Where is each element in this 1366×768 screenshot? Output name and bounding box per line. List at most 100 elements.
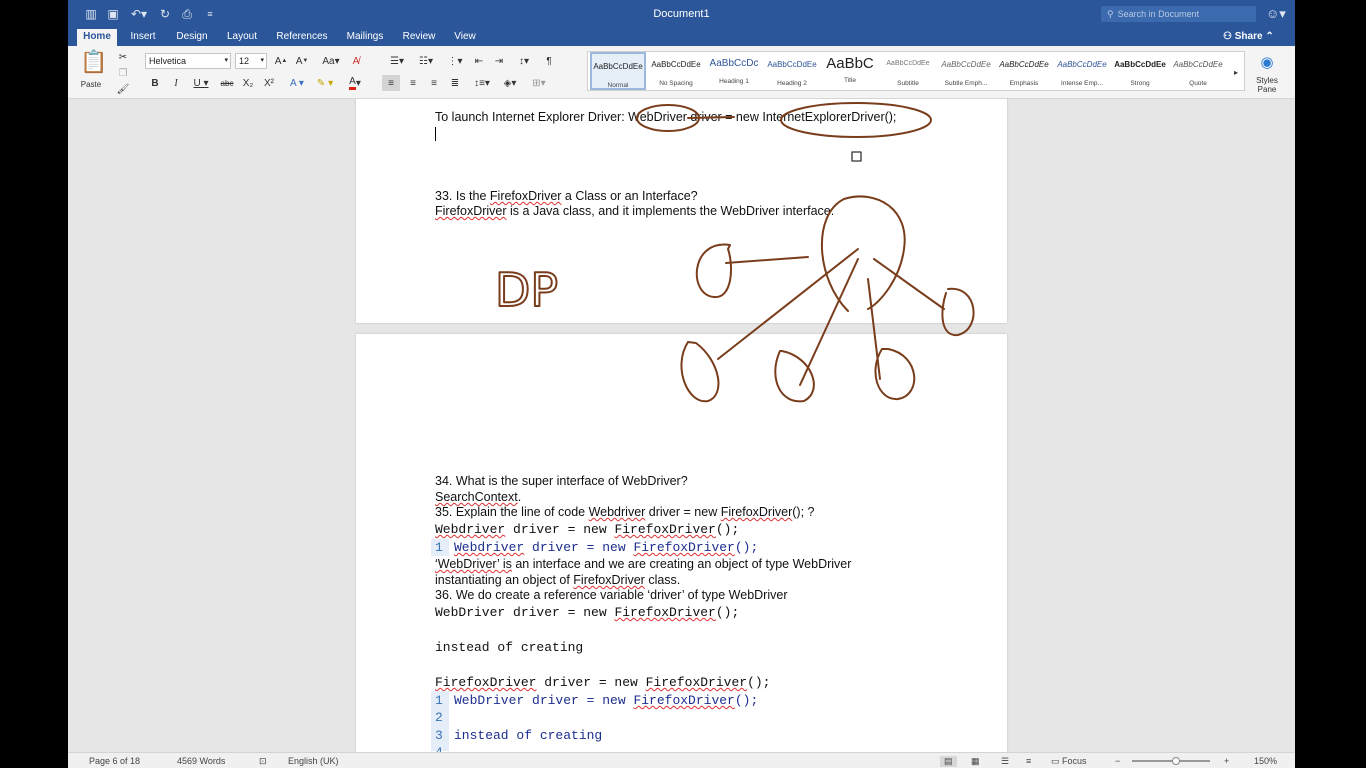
- search-input[interactable]: ⚲ Search in Document: [1101, 6, 1256, 22]
- paste-button[interactable]: Paste: [78, 76, 104, 92]
- title-bar: ▥ ▣ ↶▾ ↻ ⎙ ≡ Document1 ⚲ Search in Docum…: [68, 0, 1295, 29]
- underline-icon[interactable]: U ▾: [190, 75, 212, 91]
- print-layout-icon[interactable]: ▤: [940, 756, 957, 767]
- tab-mailings[interactable]: Mailings: [343, 29, 387, 46]
- line-spacing-icon[interactable]: ↕≡▾: [471, 75, 493, 91]
- shrink-font-icon[interactable]: A ▼: [294, 53, 310, 69]
- clear-formatting-icon[interactable]: A̸: [348, 53, 364, 69]
- style-sample: AaBbC: [826, 55, 874, 72]
- style-sample: AaBbCcDdEe: [999, 60, 1049, 69]
- style-heading-2[interactable]: AaBbCcDdEe Heading 2: [764, 52, 820, 90]
- grow-font-icon[interactable]: A ▲: [273, 53, 289, 69]
- tab-insert[interactable]: Insert: [125, 29, 161, 46]
- tab-view[interactable]: View: [450, 29, 480, 46]
- feedback-smiley-icon[interactable]: ☺▾: [1266, 6, 1286, 22]
- zoom-out-icon[interactable]: −: [1115, 756, 1120, 766]
- text-span: driver = new: [536, 675, 646, 690]
- show-formatting-icon[interactable]: ¶: [541, 53, 557, 69]
- cut-icon[interactable]: ✂: [116, 49, 130, 65]
- decrease-indent-icon[interactable]: ⇤: [471, 53, 487, 69]
- text-effects-icon[interactable]: A ▾: [286, 75, 308, 91]
- style-no-spacing[interactable]: AaBbCcDdEe No Spacing: [648, 52, 704, 90]
- text-span: FirefoxDriver: [489, 189, 562, 203]
- italic-icon[interactable]: I: [169, 75, 183, 91]
- style-subtitle[interactable]: AaBbCcDdEe Subtitle: [880, 52, 936, 90]
- increase-indent-icon[interactable]: ⇥: [491, 53, 507, 69]
- styles-gallery: AaBbCcDdEe Normal AaBbCcDdEe No Spacing Aa…: [587, 51, 1245, 91]
- font-color-icon[interactable]: A ▾: [342, 75, 368, 91]
- text-span: FirefoxDriver: [614, 522, 716, 537]
- page-count[interactable]: Page 6 of 18: [89, 756, 140, 766]
- style-subtle-emphasis[interactable]: AaBbCcDdEe Subtle Emph...: [938, 52, 994, 90]
- language[interactable]: English (UK): [288, 756, 339, 766]
- text-span: FirefoxDriver: [633, 693, 735, 708]
- zoom-in-icon[interactable]: +: [1224, 756, 1229, 766]
- subscript-icon[interactable]: X₂: [240, 75, 256, 91]
- tab-home[interactable]: Home: [77, 29, 117, 46]
- style-label: Heading 1: [719, 78, 749, 85]
- strikethrough-icon[interactable]: abc: [218, 75, 236, 91]
- multilevel-list-icon[interactable]: ⋮▾: [442, 53, 468, 69]
- draft-view-icon[interactable]: ≡: [1026, 756, 1031, 766]
- search-icon: ⚲: [1107, 8, 1114, 19]
- align-center-icon[interactable]: ≡: [404, 75, 422, 91]
- document-canvas[interactable]: To launch Internet Explorer Driver: WebD…: [68, 99, 1295, 752]
- tab-design[interactable]: Design: [172, 29, 212, 46]
- bold-icon[interactable]: B: [148, 75, 162, 91]
- paste-icon[interactable]: 📋: [78, 49, 110, 74]
- text-span: driver = new: [505, 522, 615, 537]
- borders-icon[interactable]: ⊞▾: [527, 75, 551, 91]
- code-line: instead of creating: [454, 728, 603, 743]
- zoom-slider-thumb[interactable]: [1172, 757, 1180, 765]
- styles-pane-button[interactable]: Styles Pane: [1248, 74, 1286, 96]
- highlight-color-icon[interactable]: ✎ ▾: [312, 75, 338, 91]
- shading-icon[interactable]: ◈▾: [499, 75, 521, 91]
- bullets-icon[interactable]: ☰▾: [384, 53, 410, 69]
- font-size-value: 12: [239, 56, 250, 66]
- text-span: ();: [715, 605, 740, 620]
- style-normal[interactable]: AaBbCcDdEe Normal: [590, 52, 646, 90]
- tab-layout[interactable]: Layout: [223, 29, 261, 46]
- style-label: Emphasis: [1009, 80, 1039, 87]
- proofing-icon[interactable]: ⊡: [259, 756, 267, 767]
- text-span: ();: [747, 675, 771, 690]
- format-painter-icon[interactable]: 🖌: [116, 81, 130, 97]
- style-strong[interactable]: AaBbCcDdEe Strong: [1112, 52, 1168, 90]
- focus-button[interactable]: ▭ Focus: [1051, 756, 1087, 767]
- text-span: ();: [884, 110, 897, 124]
- tab-references[interactable]: References: [273, 29, 331, 46]
- align-left-icon[interactable]: ≡: [382, 75, 400, 91]
- page-1[interactable]: To launch Internet Explorer Driver: WebD…: [356, 99, 1007, 323]
- word-count[interactable]: 4569 Words: [177, 756, 225, 766]
- numbering-icon[interactable]: ☷▾: [413, 53, 439, 69]
- styles-pane-icon[interactable]: ◉: [1255, 52, 1279, 72]
- zoom-slider[interactable]: [1132, 760, 1210, 762]
- style-heading-1[interactable]: AaBbCcDc Heading 1: [706, 52, 762, 90]
- change-case-icon[interactable]: Aa▾: [320, 53, 342, 69]
- share-button[interactable]: ⚇ Share ⌃: [1223, 31, 1274, 42]
- font-size-field[interactable]: 12 ▾: [235, 53, 267, 69]
- justify-icon[interactable]: ≣: [446, 75, 464, 91]
- style-sample: AaBbCcDdEe: [1057, 60, 1107, 69]
- style-title[interactable]: AaBbC Title: [822, 52, 878, 90]
- copy-icon[interactable]: ❐: [116, 65, 130, 81]
- style-intense-emphasis[interactable]: AaBbCcDdEe Intense Emp...: [1054, 52, 1110, 90]
- text-span: FirefoxDriver: [645, 675, 748, 690]
- sort-icon[interactable]: ↕▾: [513, 53, 535, 69]
- text-span: WebDriver: [628, 110, 687, 124]
- text-span: is a Java class, and it implements the W…: [506, 204, 835, 218]
- page-2[interactable]: 34. What is the super interface of WebDr…: [356, 334, 1007, 752]
- gallery-more-icon[interactable]: ▸: [1230, 64, 1242, 80]
- outline-view-icon[interactable]: ☰: [1001, 756, 1009, 767]
- zoom-level[interactable]: 150%: [1254, 756, 1277, 766]
- align-right-icon[interactable]: ≡: [425, 75, 443, 91]
- style-emphasis[interactable]: AaBbCcDdEe Emphasis: [996, 52, 1052, 90]
- superscript-icon[interactable]: X²: [261, 75, 277, 91]
- ribbon-tabs: Home Insert Design Layout References Mai…: [68, 29, 1295, 46]
- font-name-field[interactable]: Helvetica ▾: [145, 53, 231, 69]
- tab-review[interactable]: Review: [399, 29, 439, 46]
- text-span: (); ?: [792, 505, 815, 519]
- style-quote[interactable]: AaBbCcDdEe Quote: [1170, 52, 1226, 90]
- web-layout-icon[interactable]: ▦: [971, 756, 980, 767]
- question-33: 33. Is the FirefoxDriver a Class or an I…: [435, 189, 698, 203]
